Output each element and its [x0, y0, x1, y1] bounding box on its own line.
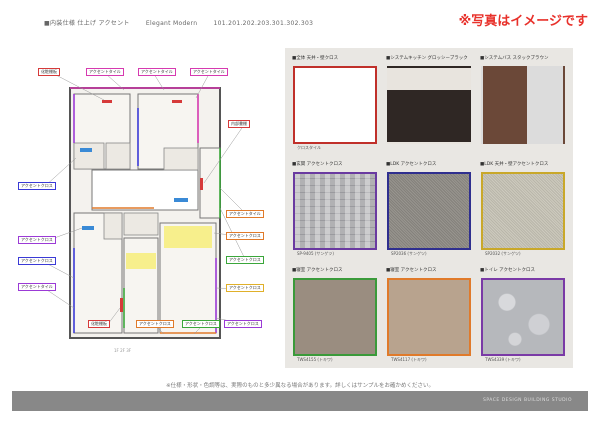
swatch-image: [481, 66, 565, 144]
swatch-cell: ■玄関 アクセントクロス SP-9405 (サンゲツ): [289, 158, 381, 262]
swatch-code: TWS4339 (トキワ): [485, 357, 521, 362]
plan-tag-accent-cross-5: アクセントクロス: [226, 256, 264, 264]
swatch-image: [293, 172, 377, 250]
swatch-code: クロスタイル: [297, 145, 321, 150]
floor-plan: 化粧棚板 アクセントタイル アクセントタイル アクセントタイル 内部書棚 アクセ…: [14, 48, 276, 363]
swatch-cell: ■トイレ アクセントクロス TWS4339 (トキワ): [477, 264, 569, 368]
header-style: Elegant Modern: [145, 20, 198, 27]
swatch-cell: ■寝室 アクセントクロス TWS4155 (トキワ): [289, 264, 381, 368]
header: ■内装仕様 仕上げ アクセント Elegant Modern 101.201.2…: [0, 0, 600, 36]
swatch-label: ■システムキッチン グロッシーブラック: [386, 56, 468, 61]
footer-note: ※仕様・形状・色調等は、実際のものと多少異なる場合があります。詳しくはサンプルを…: [166, 383, 434, 389]
swatch-cell: ■システムキッチン グロッシーブラック: [383, 52, 475, 156]
swatch-code: SP2036 (サンゲツ): [391, 251, 427, 256]
swatch-panel: ■全体 天井・壁クロスクロスタイル ■システムキッチン グロッシーブラック ■システ…: [285, 48, 573, 368]
swatch-image: [387, 66, 471, 144]
header-spec: ■内装仕様 仕上げ アクセント: [44, 20, 130, 27]
plan-tag-bookshelf: 内部書棚: [228, 120, 250, 128]
image-notice: ※写真はイメージです: [458, 14, 588, 29]
swatch-cell: ■システムバス スタックブラウン: [477, 52, 569, 156]
swatch-label: ■LDK アクセントクロス: [386, 162, 437, 167]
footer-bar: SPACE DESIGN BUILDING STUDIO: [12, 391, 588, 411]
plan-tag-accent-cross-1: アクセントクロス: [18, 182, 56, 190]
plan-tag-accent-cross-8: アクセントクロス: [182, 320, 220, 328]
swatch-label: ■寝室 アクセントクロス: [386, 268, 437, 273]
swatch-label: ■寝室 アクセントクロス: [292, 268, 343, 273]
plan-tag-accent-cross-7: アクセントクロス: [136, 320, 174, 328]
swatch-image: [387, 278, 471, 356]
swatch-label: ■トイレ アクセントクロス: [480, 268, 535, 273]
swatch-image: [293, 278, 377, 356]
plan-tag-accent-tile-3: アクセントタイル: [190, 68, 228, 76]
plan-tag-accent-tile-4: アクセントタイル: [226, 210, 264, 218]
plan-tag-accent-cross-6: アクセントクロス: [226, 284, 264, 292]
plan-tag-accent-cross-3: アクセントクロス: [226, 232, 264, 240]
swatch-code: SP2032 (サンゲツ): [485, 251, 521, 256]
swatch-label: ■玄関 アクセントクロス: [292, 162, 343, 167]
floor-plan-drawing: [43, 73, 247, 339]
plan-tag-accent-cross-2: アクセントクロス: [18, 236, 56, 244]
plan-tag-accent-tile-2: アクセントタイル: [138, 68, 176, 76]
swatch-code: TWS4155 (トキワ): [297, 357, 333, 362]
swatch-code: SP-9405 (サンゲツ): [297, 251, 334, 256]
plan-tag-accent-tile-5: アクセントタイル: [18, 283, 56, 291]
plan-tag-accent-cross-4: アクセントクロス: [18, 257, 56, 265]
plan-floor-labels: 1F 2F 3F: [114, 348, 132, 353]
swatch-label: ■全体 天井・壁クロス: [292, 56, 339, 61]
swatch-image: [481, 278, 565, 356]
plan-tag-shelf-1: 化粧棚板: [38, 68, 60, 76]
swatch-cell: ■寝室 アクセントクロス TWS4117 (トキワ): [383, 264, 475, 368]
swatch-image: [481, 172, 565, 250]
header-rooms: 101.201.202.203.301.302.303: [213, 20, 314, 27]
swatch-image: [293, 66, 377, 144]
swatch-cell: ■LDK 天井・壁アクセントクロス SP2032 (サンゲツ): [477, 158, 569, 262]
swatch-cell: ■全体 天井・壁クロスクロスタイル: [289, 52, 381, 156]
plan-tag-accent-tile-1: アクセントタイル: [86, 68, 124, 76]
swatch-label: ■システムバス スタックブラウン: [480, 56, 549, 61]
swatch-label: ■LDK 天井・壁アクセントクロス: [480, 162, 549, 167]
swatch-image: [387, 172, 471, 250]
footer-logo: SPACE DESIGN BUILDING STUDIO: [483, 398, 572, 403]
plan-tag-accent-cross-9: アクセントクロス: [224, 320, 262, 328]
header-title: ■内装仕様 仕上げ アクセント Elegant Modern 101.201.2…: [44, 18, 327, 27]
swatch-code: TWS4117 (トキワ): [391, 357, 427, 362]
plan-tag-shelf-2: 化粧棚板: [88, 320, 110, 328]
swatch-cell: ■LDK アクセントクロス SP2036 (サンゲツ): [383, 158, 475, 262]
